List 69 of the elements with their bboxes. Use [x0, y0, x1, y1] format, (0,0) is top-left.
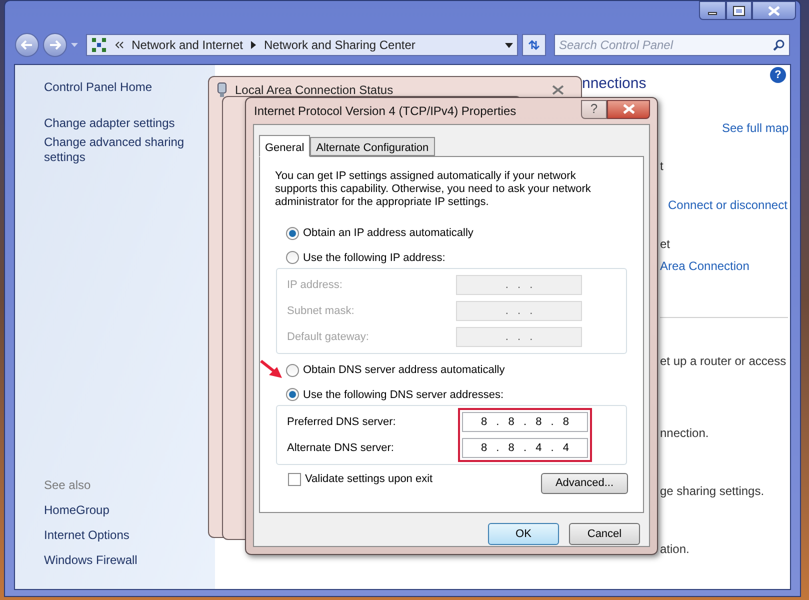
dialog-title: Local Area Connection Status [235, 82, 394, 99]
dialog-button[interactable]: OK [488, 523, 559, 545]
advanced-button[interactable]: Advanced... [541, 473, 628, 494]
text-fragment: t [660, 158, 664, 174]
breadcrumb-item[interactable]: Network and Internet [132, 36, 243, 54]
ip-input-field[interactable]: 8 . 8 . 4 . 4 [462, 438, 588, 458]
radio-button[interactable] [286, 388, 299, 402]
radio-label: Use the following IP address: [303, 250, 446, 266]
dialog-button[interactable]: Cancel [569, 523, 640, 545]
link[interactable]: Connect or disconnect [668, 196, 788, 214]
maximize-button[interactable] [726, 1, 752, 20]
tab[interactable]: Alternate Configuration [310, 137, 435, 156]
forward-arrow-icon [48, 40, 61, 50]
pointer-arrow-icon [260, 360, 284, 380]
radio-button[interactable] [286, 226, 299, 240]
back-arrow-icon [20, 40, 33, 50]
tab[interactable]: General [259, 135, 310, 157]
sidebar-link[interactable]: Change adapter settings [44, 116, 194, 131]
text-fragment: et [660, 236, 670, 252]
close-icon [552, 85, 564, 95]
search-field[interactable]: Search Control Panel [554, 34, 790, 56]
text-fragment: ation. [660, 540, 690, 558]
close-icon [768, 6, 780, 16]
field-label: Preferred DNS server: [287, 414, 396, 430]
forward-button[interactable] [42, 33, 67, 57]
radio-button[interactable] [286, 251, 299, 264]
section-heading: nnections [582, 74, 646, 94]
search-icon [773, 39, 786, 51]
network-adapter-icon [217, 82, 227, 98]
ip-input-field[interactable]: 8 . 8 . 8 . 8 [462, 412, 588, 432]
text-fragment: et up a router or access [660, 352, 786, 370]
close-button[interactable] [752, 1, 796, 20]
see-also-heading: See also [44, 477, 92, 494]
double-chevron-icon [114, 41, 124, 49]
minimize-button[interactable] [699, 1, 726, 20]
radio-option[interactable]: Obtain an IP address automatically [286, 225, 476, 242]
close-icon [622, 104, 634, 114]
network-icon [90, 37, 107, 53]
radio-label: Obtain an IP address automatically [303, 226, 474, 241]
help-icon[interactable]: ? [770, 67, 786, 83]
sidebar-link[interactable]: Change advanced sharing settings [44, 135, 194, 165]
breadcrumb-item[interactable]: Network and Sharing Center [264, 36, 416, 54]
checkbox-label: Validate settings upon exit [305, 472, 433, 488]
field-label: Subnet mask: [287, 304, 356, 319]
breadcrumb-arrow-icon [251, 41, 256, 49]
refresh-arrows-icon [527, 39, 542, 51]
radio-button[interactable] [286, 364, 299, 377]
sidebar-link[interactable]: Windows Firewall [44, 551, 215, 569]
link[interactable]: See full map [722, 118, 789, 136]
address-bar[interactable]: Network and Internet Network and Sharing Center [86, 34, 518, 56]
refresh-button[interactable] [522, 34, 546, 56]
dropdown-caret-icon[interactable] [505, 42, 514, 48]
checkbox[interactable] [288, 473, 301, 486]
link[interactable]: Area Connection [660, 256, 750, 274]
back-button[interactable] [15, 33, 39, 57]
field-label: Alternate DNS server: [287, 440, 395, 456]
dropdown-caret-icon [70, 43, 78, 47]
close-button[interactable] [607, 100, 650, 118]
text-fragment: nnection. [660, 424, 709, 442]
radio-option[interactable]: Obtain DNS server address automatically [286, 362, 508, 378]
checkbox-option[interactable]: Validate settings upon exit [288, 471, 433, 488]
help-button[interactable]: ? [581, 100, 607, 118]
radio-label: Obtain DNS server address automatically [303, 363, 505, 378]
intro-text: You can get IP settings assigned automatically if your network supports this capability. Otherwise, you need to ask your network administrator for the appropriate IP settings. [274, 170, 592, 209]
dialog-title: Internet Protocol Version 4 (TCP/IPv4) Properties [254, 103, 516, 120]
field-label: Default gateway: [287, 330, 369, 345]
field-label: IP address: [287, 278, 344, 293]
radio-label: Use the following DNS server addresses: [303, 388, 504, 402]
text-fragment: ge sharing settings. [660, 482, 764, 500]
